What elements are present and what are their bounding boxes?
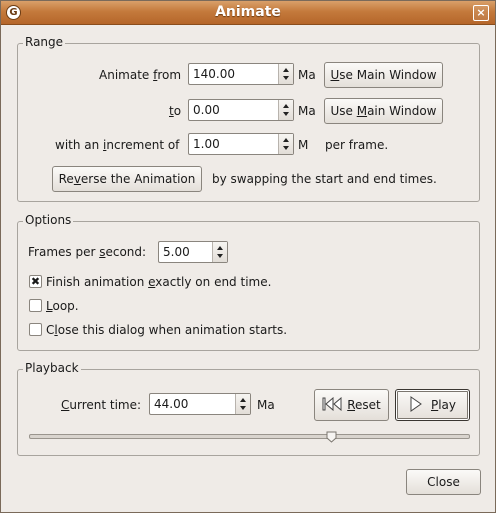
rewind-to-start-icon <box>322 396 342 412</box>
playback-slider[interactable] <box>29 434 470 439</box>
window-close-button[interactable]: × <box>473 5 489 21</box>
per-frame-label: per frame. <box>325 138 389 152</box>
loop-checkbox[interactable] <box>29 299 42 312</box>
spin-down-icon[interactable] <box>217 254 223 258</box>
animate-to-value[interactable]: 0.00 <box>193 103 220 117</box>
use-main-window-from-button[interactable]: Use Main Window <box>324 62 443 88</box>
finish-exact-checkbox[interactable]: ✖ <box>29 275 42 288</box>
reset-button[interactable]: Reset <box>314 389 389 421</box>
title-bar[interactable]: G Animate × <box>1 1 495 25</box>
spin-down-icon[interactable] <box>283 146 289 150</box>
options-legend: Options <box>23 213 74 227</box>
spin-up-icon[interactable] <box>283 138 289 142</box>
fps-label: Frames per second: <box>28 245 147 259</box>
current-time-label: Current time: <box>61 398 142 412</box>
spin-arrows[interactable] <box>235 394 250 414</box>
spin-arrows[interactable] <box>278 134 293 154</box>
range-legend: Range <box>23 35 66 49</box>
animate-dialog: G Animate × Range Animate from 140.00 Ma… <box>0 0 496 513</box>
slider-thumb[interactable] <box>326 431 337 443</box>
animate-to-spinbox[interactable]: 0.00 <box>188 99 294 121</box>
window-title: Animate <box>215 4 281 20</box>
animate-from-value[interactable]: 140.00 <box>193 67 235 81</box>
spin-arrows[interactable] <box>212 242 227 262</box>
spin-up-icon[interactable] <box>217 246 223 250</box>
to-label: to <box>169 104 182 118</box>
animate-from-spinbox[interactable]: 140.00 <box>188 63 294 85</box>
fps-value[interactable]: 5.00 <box>163 245 190 259</box>
fps-spinbox[interactable]: 5.00 <box>158 241 228 263</box>
loop-label[interactable]: Loop. <box>46 299 79 313</box>
current-time-value[interactable]: 44.00 <box>154 397 188 411</box>
current-time-spinbox[interactable]: 44.00 <box>149 393 251 415</box>
finish-exact-label[interactable]: Finish animation exactly on end time. <box>46 275 271 289</box>
spin-up-icon[interactable] <box>283 68 289 72</box>
spin-down-icon[interactable] <box>240 406 246 410</box>
to-unit-label: Ma <box>298 104 316 118</box>
increment-spinbox[interactable]: 1.00 <box>188 133 294 155</box>
spin-down-icon[interactable] <box>283 112 289 116</box>
spin-down-icon[interactable] <box>283 76 289 80</box>
close-button[interactable]: Close <box>406 469 481 495</box>
spin-arrows[interactable] <box>278 64 293 84</box>
play-icon <box>410 396 422 412</box>
spin-arrows[interactable] <box>278 100 293 120</box>
close-dialog-label[interactable]: Close this dialog when animation starts. <box>46 323 287 337</box>
check-mark-icon: ✖ <box>30 275 41 288</box>
play-button[interactable]: Play <box>395 389 470 421</box>
spin-up-icon[interactable] <box>240 398 246 402</box>
increment-value[interactable]: 1.00 <box>193 137 220 151</box>
increment-label: with an increment of <box>55 138 180 152</box>
animate-from-label: Animate from <box>99 68 182 82</box>
spin-up-icon[interactable] <box>283 104 289 108</box>
playback-legend: Playback <box>23 361 81 375</box>
reverse-animation-button[interactable]: Reverse the Animation <box>52 166 202 192</box>
reverse-description: by swapping the start and end times. <box>212 172 437 186</box>
use-main-window-to-button[interactable]: Use Main Window <box>324 98 443 124</box>
close-dialog-checkbox[interactable] <box>29 323 42 336</box>
current-time-unit: Ma <box>257 398 275 412</box>
from-unit-label: Ma <box>298 68 316 82</box>
increment-unit-label: M <box>298 138 309 152</box>
